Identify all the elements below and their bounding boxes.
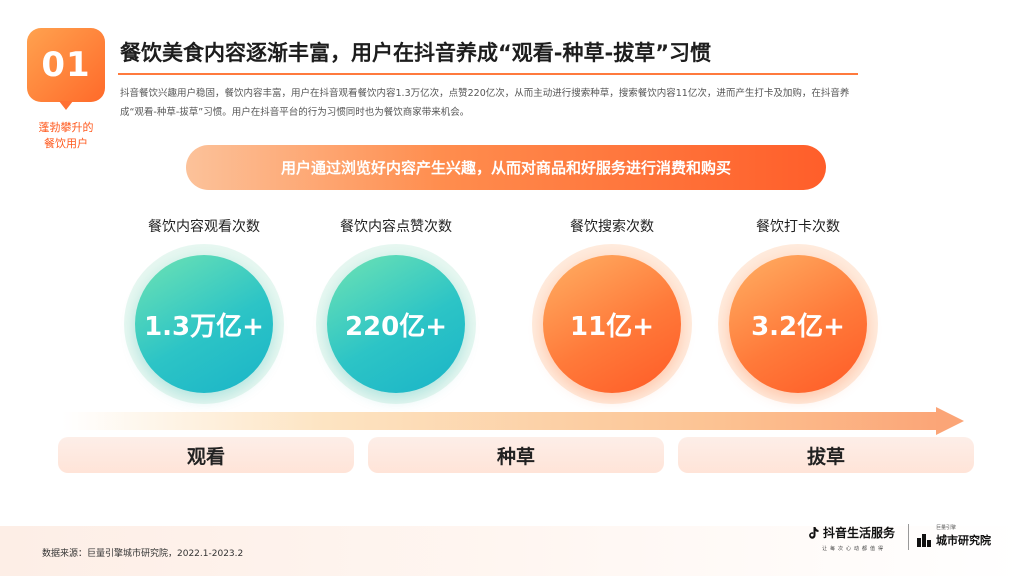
- brand-divider: [908, 524, 909, 550]
- research-brand-name: 城市研究院: [936, 534, 991, 547]
- metric-value-searches: 11亿+: [543, 255, 681, 393]
- stage-seed: 种草: [368, 437, 664, 473]
- title-underline: [118, 73, 858, 75]
- douyin-brand-name: 抖音生活服务: [823, 526, 896, 540]
- page-title: 餐饮美食内容逐渐丰富，用户在抖音养成“观看-种草-拔草”习惯: [120, 41, 712, 65]
- section-caption-line2: 餐饮用户: [44, 137, 88, 150]
- summary-banner: 用户通过浏览好内容产生兴趣，从而对商品和好服务进行消费和购买: [186, 145, 826, 190]
- stage-purchase: 拔草: [678, 437, 974, 473]
- metric-label-views: 餐饮内容观看次数: [148, 219, 260, 235]
- metric-value-views: 1.3万亿+: [135, 255, 273, 393]
- metric-label-checkins: 餐饮打卡次数: [756, 219, 840, 235]
- research-brand-small: 巨量引擎: [936, 525, 957, 531]
- city-research-institute-logo: 巨量引擎 城市研究院: [916, 524, 1008, 548]
- section-number-badge: 01: [27, 28, 105, 110]
- douyin-life-service-logo: 抖音生活服务 让每次心动都值得: [806, 524, 902, 552]
- flow-arrow: [62, 412, 940, 430]
- metric-value-checkins: 3.2亿+: [729, 255, 867, 393]
- music-note-icon: [809, 526, 819, 539]
- summary-banner-text: 用户通过浏览好内容产生兴趣，从而对商品和好服务进行消费和购买: [280, 159, 731, 177]
- stage-watch: 观看: [58, 437, 354, 473]
- metric-label-searches: 餐饮搜索次数: [570, 219, 654, 235]
- section-caption: 蓬勃攀升的 餐饮用户: [20, 120, 112, 152]
- section-number: 01: [41, 45, 91, 85]
- flow-arrow-head: [936, 407, 964, 435]
- metric-value-likes: 220亿+: [327, 255, 465, 393]
- douyin-brand-slogan: 让每次心动都值得: [821, 546, 886, 552]
- section-caption-line1: 蓬勃攀升的: [38, 121, 94, 134]
- intro-paragraph: 抖音餐饮兴趣用户稳固，餐饮内容丰富，用户在抖音观看餐饮内容1.3万亿次，点赞22…: [120, 88, 850, 118]
- building-icon: [917, 534, 931, 547]
- data-source-note: 数据来源：巨量引擎城市研究院，2022.1-2023.2: [42, 549, 244, 559]
- metric-label-likes: 餐饮内容点赞次数: [340, 219, 452, 235]
